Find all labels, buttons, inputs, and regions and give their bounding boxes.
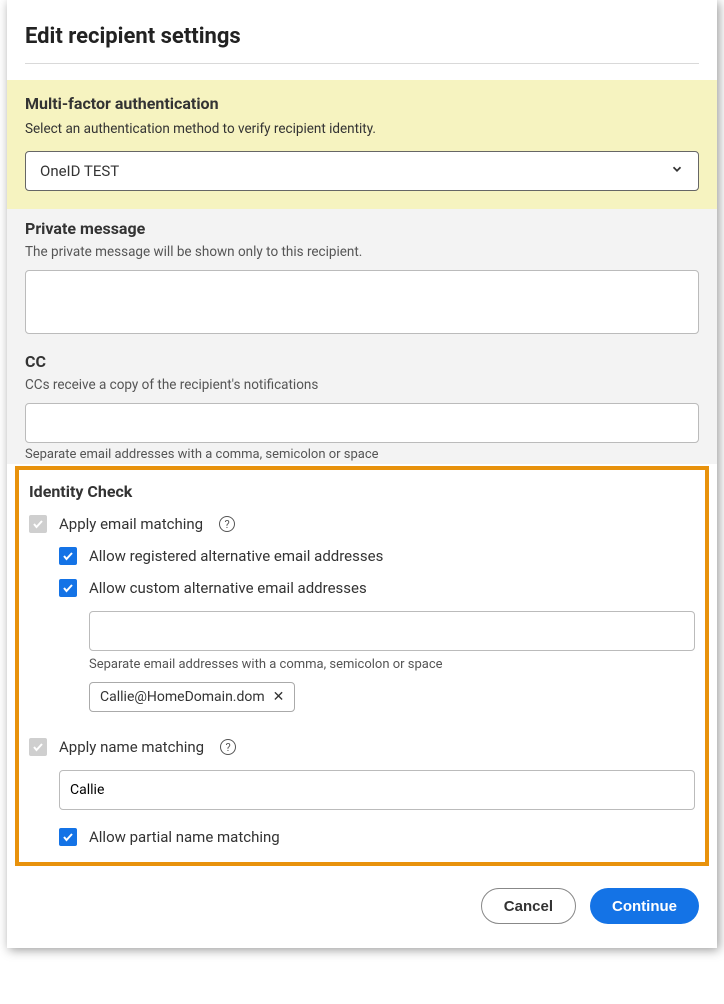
allow-custom-label: Allow custom alternative email addresses [89,579,367,597]
apply-email-matching-checkbox[interactable] [29,515,47,533]
allow-custom-row: Allow custom alternative email addresses [29,579,695,597]
custom-email-helper: Separate email addresses with a comma, s… [89,657,695,672]
email-chip: Callie@HomeDomain.dom ✕ [89,682,295,712]
mfa-subtitle: Select an authentication method to verif… [25,121,699,137]
mfa-method-select[interactable]: OneID TEST [25,151,699,191]
apply-email-matching-row: Apply email matching ? [29,515,695,533]
name-input-wrap [59,770,695,810]
apply-name-matching-label: Apply name matching [59,738,204,756]
allow-partial-row: Allow partial name matching [29,828,695,846]
dialog-footer: Cancel Continue [7,866,717,928]
continue-button[interactable]: Continue [590,888,699,924]
identity-check-section: Identity Check Apply email matching ? Al… [15,466,709,866]
help-icon[interactable]: ? [219,516,235,532]
custom-email-input[interactable] [89,611,695,651]
cc-helper: Separate email addresses with a comma, s… [25,443,699,462]
dialog-title: Edit recipient settings [25,24,699,49]
chevron-down-icon [670,162,684,180]
private-message-input[interactable] [25,270,699,334]
private-message-section: Private message The private message will… [7,209,717,464]
apply-email-matching-label: Apply email matching [59,515,203,533]
dialog-header: Edit recipient settings [7,0,717,63]
private-message-title: Private message [25,219,699,238]
cc-title: CC [25,352,699,371]
allow-partial-label: Allow partial name matching [89,828,280,846]
cc-subtitle: CCs receive a copy of the recipient's no… [25,377,699,393]
identity-title: Identity Check [29,482,695,501]
cc-section: CC CCs receive a copy of the recipient's… [25,352,699,464]
allow-custom-checkbox[interactable] [59,579,77,597]
allow-registered-row: Allow registered alternative email addre… [29,547,695,565]
mfa-selected-value: OneID TEST [40,162,119,180]
allow-registered-label: Allow registered alternative email addre… [89,547,383,565]
edit-recipient-dialog: Edit recipient settings Multi-factor aut… [7,0,717,948]
cc-input[interactable] [25,403,699,443]
apply-name-matching-row: Apply name matching ? [29,738,695,756]
email-chip-text: Callie@HomeDomain.dom [100,689,265,705]
mfa-title: Multi-factor authentication [25,94,699,113]
cancel-button[interactable]: Cancel [481,888,576,924]
chip-remove-icon[interactable]: ✕ [273,689,285,705]
name-input[interactable] [59,770,695,810]
private-message-subtitle: The private message will be shown only t… [25,244,699,260]
mfa-section: Multi-factor authentication Select an au… [7,80,717,209]
allow-registered-checkbox[interactable] [59,547,77,565]
custom-email-block: Separate email addresses with a comma, s… [89,611,695,712]
help-icon[interactable]: ? [220,739,236,755]
title-divider [25,63,699,64]
apply-name-matching-checkbox[interactable] [29,738,47,756]
allow-partial-checkbox[interactable] [59,828,77,846]
